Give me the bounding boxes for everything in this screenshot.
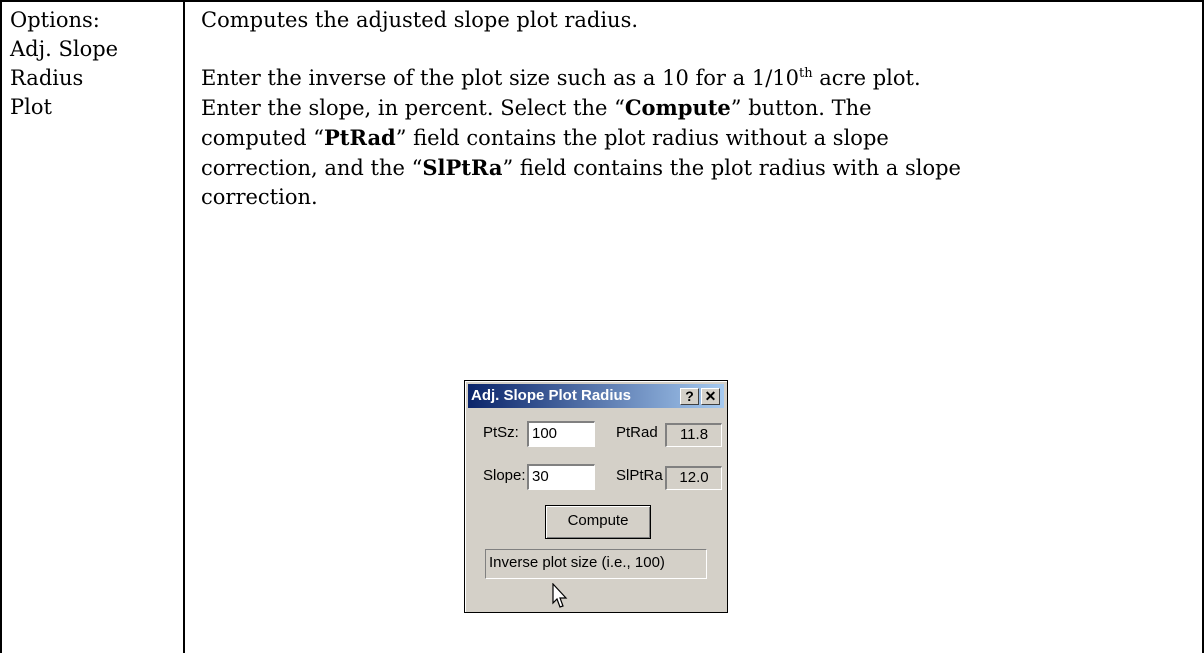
label-line: Adj. Slope [10, 37, 119, 61]
help-button[interactable]: ? [680, 388, 699, 405]
ptsz-label: PtSz: [483, 424, 519, 441]
instructions-line-5: correction. [201, 185, 318, 209]
instructions-line-4: correction, and the “SlPtRa” field conta… [201, 155, 961, 180]
slptra-output: 12.0 [665, 466, 722, 490]
compute-term: Compute [624, 95, 731, 120]
dialog-title: Adj. Slope Plot Radius [471, 387, 632, 404]
help-icon: ? [685, 388, 694, 404]
instructions-line-1: Enter the inverse of the plot size such … [201, 66, 921, 90]
label-line: Radius [10, 66, 84, 90]
slptra-label: SlPtRa [616, 467, 663, 484]
label-line: Options: [10, 8, 100, 32]
label-line: Plot [10, 95, 52, 119]
label-cell: Options: Adj. Slope Radius Plot [10, 6, 180, 122]
slope-label: Slope: [483, 467, 526, 484]
instructions-line-2: Enter the slope, in percent. Select the … [201, 95, 872, 120]
ptrad-label: PtRad [616, 424, 658, 441]
slptra-term: SlPtRa [422, 155, 503, 180]
ptrad-output: 11.8 [665, 423, 722, 447]
status-bar: Inverse plot size (i.e., 100) [485, 549, 707, 579]
close-icon: ✕ [704, 388, 717, 404]
table-column-divider [183, 0, 185, 653]
ptsz-input[interactable]: 100 [527, 421, 595, 447]
table-border-left [0, 0, 2, 653]
slope-input[interactable]: 30 [527, 464, 595, 490]
instructions-line-3: computed “PtRad” field contains the plot… [201, 125, 889, 150]
document-table: Options: Adj. Slope Radius Plot Computes… [0, 0, 1204, 653]
summary-text: Computes the adjusted slope plot radius. [201, 8, 639, 32]
close-button[interactable]: ✕ [701, 388, 720, 405]
description-cell: Computes the adjusted slope plot radius.… [201, 6, 1191, 212]
table-border-top [0, 0, 1204, 2]
mouse-pointer-icon [552, 583, 568, 608]
adj-slope-plot-radius-dialog: Adj. Slope Plot Radius ? ✕ PtSz: 100 PtR… [464, 380, 728, 613]
dialog-titlebar[interactable]: Adj. Slope Plot Radius ? ✕ [468, 384, 724, 408]
compute-button[interactable]: Compute [545, 505, 651, 539]
ptrad-term: PtRad [324, 125, 396, 150]
